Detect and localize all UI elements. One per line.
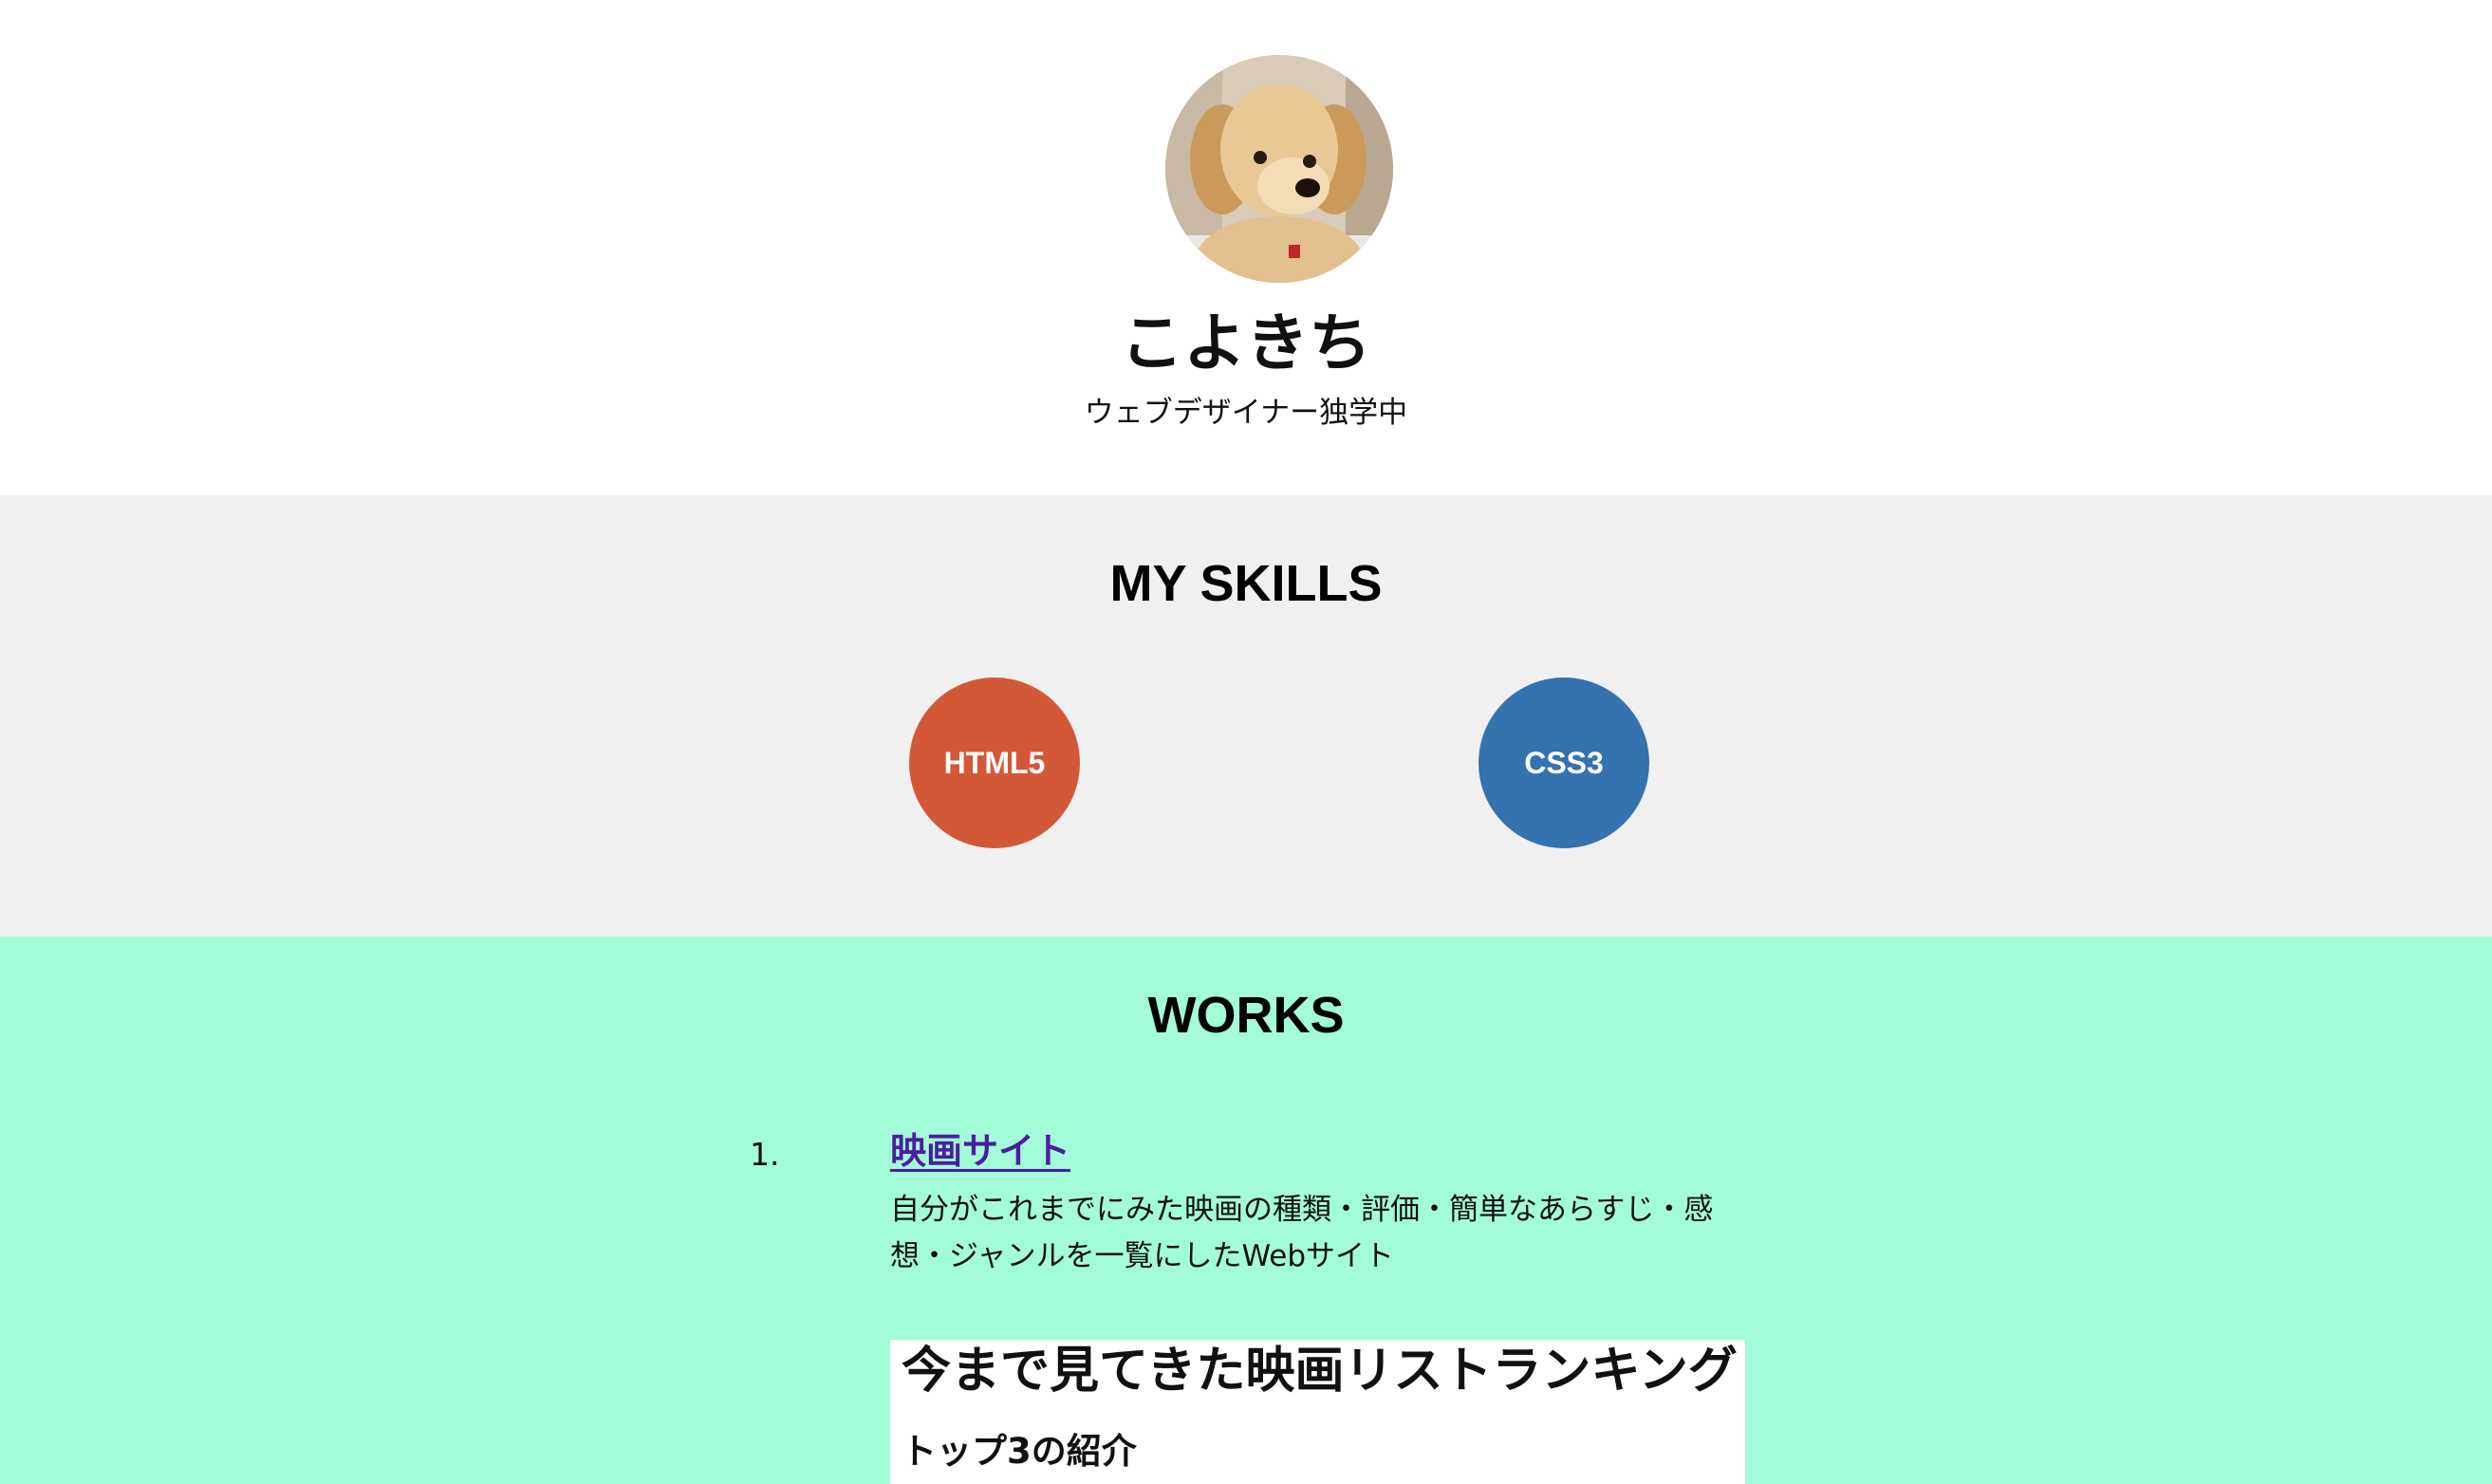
puppy-photo-icon [1165,55,1393,283]
works-title: WORKS [1147,987,1345,1044]
skill-badge-css3: CSS3 [1478,677,1649,848]
profile-section: こよきち ウェブデザイナー独学中 [0,0,2492,495]
skill-label: CSS3 [1524,745,1604,780]
preview-title: 今まで見てきた映画リストランキング [902,1343,1738,1400]
profile-name: こよきち [1121,306,1371,380]
work-number: 1. [750,1136,780,1173]
work-description: 自分がこれまでにみた映画の種類・評価・簡単なあらすじ・感想・ジャンルを一覧にした… [890,1193,1714,1273]
profile-avatar [1165,55,1393,283]
work-preview: 今まで見てきた映画リストランキング トップ3の紹介 [890,1340,1745,1484]
skills-title: MY SKILLS [1109,555,1383,612]
skill-label: HTML5 [943,745,1046,780]
work-link-movie-site[interactable]: 映画サイト [890,1124,1070,1178]
preview-subtitle: トップ3の紹介 [902,1431,1137,1472]
skills-section: MY SKILLS HTML5 CSS3 [0,495,2492,937]
profile-subtitle: ウェブデザイナー独学中 [1084,396,1408,430]
skill-badge-html5: HTML5 [909,677,1080,848]
works-section: WORKS 1. 映画サイト 自分がこれまでにみた映画の種類・評価・簡単なあらす… [0,937,2492,1484]
